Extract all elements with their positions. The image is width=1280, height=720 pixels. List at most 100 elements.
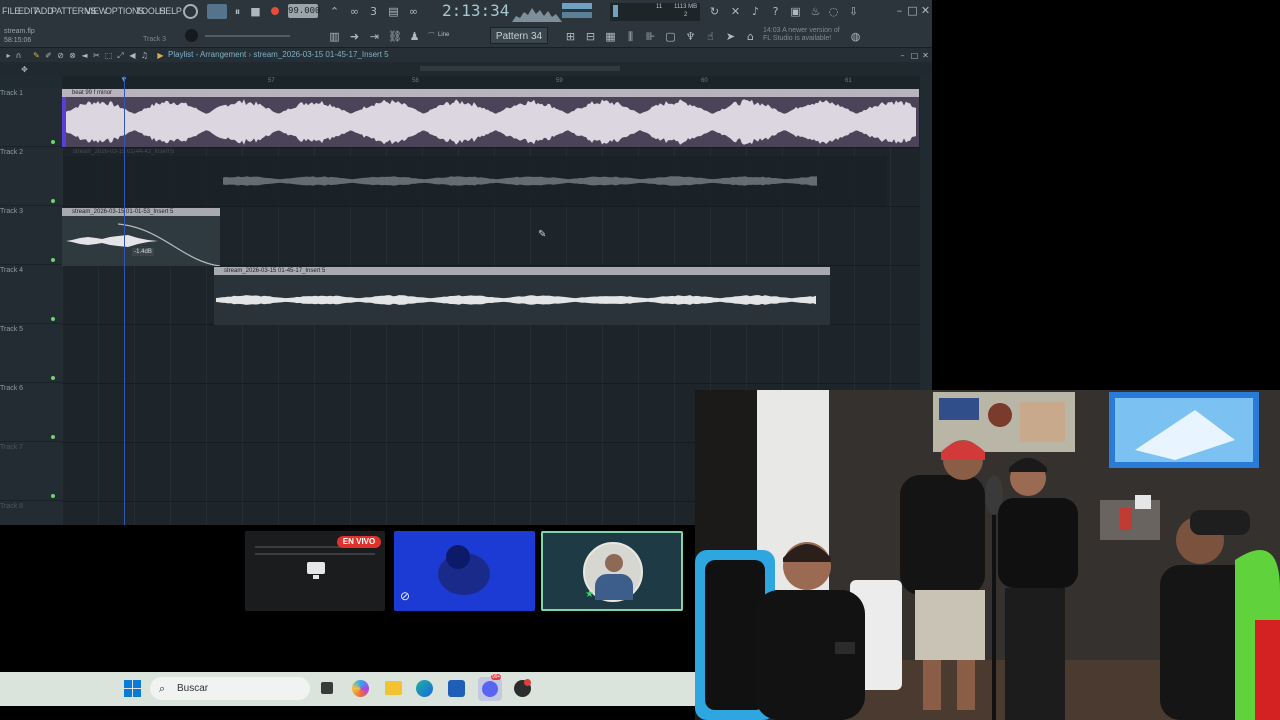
channel-rack-icon[interactable]: ⊟ bbox=[584, 30, 597, 43]
track-header[interactable]: Track 3 bbox=[0, 206, 62, 265]
playhead[interactable] bbox=[124, 76, 125, 525]
audio-clip-track2[interactable]: stream_2026-03-15 01-44-43_Insert 5 bbox=[63, 148, 887, 206]
track-header[interactable]: Track 1 bbox=[0, 88, 62, 147]
master-slider[interactable] bbox=[205, 35, 290, 37]
track-header[interactable]: Track 2 bbox=[0, 147, 62, 206]
send-icon[interactable]: ➤ bbox=[724, 30, 737, 43]
pattern-selector[interactable]: Pattern 34 bbox=[490, 27, 548, 44]
webcam-feed bbox=[695, 390, 1280, 720]
polyphony-value: 2 bbox=[684, 12, 688, 18]
clip-header[interactable]: stream_2026-03-15 01-45-17_Insert 5 bbox=[214, 267, 830, 275]
discord-icon bbox=[482, 681, 498, 697]
clip-header[interactable]: stream_2026-03-15 01-01-53_Insert 5 bbox=[62, 208, 220, 216]
stamp-icon[interactable]: ♟ bbox=[408, 30, 421, 43]
clip-start-handle[interactable] bbox=[62, 97, 66, 147]
pat-song-toggle[interactable] bbox=[207, 4, 227, 19]
track-header[interactable]: Track 6 bbox=[0, 383, 62, 442]
menu-help[interactable]: HELP bbox=[159, 6, 182, 16]
track-header[interactable]: Track 7 bbox=[0, 442, 62, 501]
tempo-display[interactable]: 99.000 bbox=[288, 4, 320, 18]
track-led[interactable] bbox=[51, 435, 55, 439]
track-name: Track 7 bbox=[0, 444, 24, 451]
loop-record-icon[interactable]: ∞ bbox=[348, 5, 361, 18]
preview-window-selected[interactable]: ★ bbox=[541, 531, 683, 611]
store-app-icon[interactable] bbox=[448, 680, 465, 697]
update-notice[interactable]: 14:03 A newer version of FL Studio is av… bbox=[763, 27, 848, 43]
minimize-icon[interactable]: – bbox=[893, 4, 906, 17]
task-view-icon[interactable] bbox=[321, 682, 333, 694]
store-icon[interactable]: ⌂ bbox=[744, 30, 757, 43]
edge-icon[interactable] bbox=[416, 680, 433, 697]
tools-icon[interactable]: ✕ bbox=[729, 5, 742, 18]
maximize-icon[interactable]: □ bbox=[906, 4, 919, 17]
audio-clip-track4[interactable]: stream_2026-03-15 01-45-17_Insert 5 bbox=[214, 267, 830, 325]
track-header[interactable]: Track 4 bbox=[0, 265, 62, 324]
file-explorer-icon[interactable] bbox=[385, 681, 402, 695]
snap-mode[interactable]: Line bbox=[438, 32, 449, 38]
arrow-right-icon[interactable]: ➜ bbox=[348, 30, 361, 43]
copilot-icon[interactable] bbox=[352, 680, 369, 697]
speaker-icon[interactable]: ♫ bbox=[138, 49, 151, 62]
track-led[interactable] bbox=[51, 376, 55, 380]
blend-notes-icon[interactable]: ▤ bbox=[387, 5, 400, 18]
clip-header[interactable]: beat 99 f minor bbox=[62, 89, 919, 97]
track-led[interactable] bbox=[51, 199, 55, 203]
windows-start-icon[interactable] bbox=[124, 680, 141, 697]
piano-roll-view-icon[interactable]: ▦ bbox=[604, 30, 617, 43]
live-badge: EN VIVO bbox=[337, 536, 381, 548]
link-icon[interactable]: ⛓ bbox=[388, 30, 402, 43]
chat-icon[interactable]: ◌ bbox=[827, 5, 840, 18]
track-header[interactable]: Track 8 bbox=[0, 501, 62, 525]
master-knob[interactable] bbox=[185, 29, 198, 42]
discord-taskbar-button[interactable]: 99+ bbox=[478, 674, 502, 701]
step-edit-icon[interactable]: 3 bbox=[367, 5, 380, 18]
playlist-icon[interactable]: ⊞ bbox=[564, 30, 577, 43]
piano-roll-icon[interactable]: ▥ bbox=[328, 30, 341, 43]
horizontal-scrollbar[interactable] bbox=[420, 66, 620, 71]
playlist-title: Playlist - Arrangement › stream_2026-03-… bbox=[168, 50, 389, 59]
browser-icon[interactable]: ⊪ bbox=[644, 30, 657, 43]
playlist-close-icon[interactable]: ✕ bbox=[919, 49, 932, 62]
taskbar-search[interactable]: ⌕ bbox=[150, 677, 310, 700]
multilink-icon[interactable]: ∞ bbox=[407, 5, 420, 18]
project-elapsed: 58:15:06 bbox=[4, 37, 32, 44]
time-ruler[interactable]: ▼ bbox=[62, 75, 920, 88]
camera-off-icon[interactable]: ⊘ bbox=[400, 589, 410, 603]
search-icon: ⌕ bbox=[159, 682, 166, 695]
track-led[interactable] bbox=[51, 317, 55, 321]
help-icon[interactable]: ? bbox=[769, 5, 782, 18]
plugin-picker-icon[interactable]: ♆ bbox=[684, 30, 697, 43]
move-icon[interactable]: ✥ bbox=[18, 63, 31, 76]
mixer-icon[interactable]: ⫼ bbox=[624, 30, 637, 43]
audio-clip-track3[interactable]: stream_2026-03-15 01-01-53_Insert 5 -1.4… bbox=[62, 208, 221, 267]
mic-icon[interactable]: ♪ bbox=[749, 5, 762, 18]
pause-icon[interactable]: ⏸ bbox=[231, 5, 244, 18]
metronome-icon[interactable]: ⌃ bbox=[328, 5, 341, 18]
track-header[interactable]: Track 5 bbox=[0, 324, 62, 383]
touch-icon[interactable]: ☝ bbox=[704, 30, 717, 43]
preview-window-blue[interactable]: ⊘ bbox=[394, 531, 535, 611]
track-led[interactable] bbox=[51, 494, 55, 498]
master-volume-bar[interactable] bbox=[562, 3, 592, 9]
audio-clip-beat[interactable]: beat 99 f minor bbox=[62, 89, 919, 147]
obs-icon[interactable] bbox=[514, 679, 531, 697]
step-sequencer-icon[interactable]: ⇥ bbox=[368, 30, 381, 43]
stop-icon[interactable]: ■ bbox=[249, 5, 262, 18]
clipboard-icon[interactable]: ▢ bbox=[664, 30, 677, 43]
track-led[interactable] bbox=[51, 140, 55, 144]
record-button[interactable] bbox=[271, 7, 279, 15]
playlist-arrow-icon[interactable]: ▶ bbox=[154, 49, 167, 62]
menu-view[interactable]: VIEW bbox=[85, 6, 107, 16]
plugin-icon[interactable]: ♨ bbox=[809, 5, 822, 18]
close-icon[interactable]: ✕ bbox=[919, 4, 932, 17]
playlist-scroll-bar[interactable]: ✥ bbox=[0, 62, 932, 76]
globe-icon[interactable]: ◍ bbox=[849, 30, 862, 43]
refresh-icon[interactable]: ↻ bbox=[708, 5, 721, 18]
clip-header[interactable]: stream_2026-03-15 01-44-43_Insert 5 bbox=[63, 148, 887, 156]
master-pitch-bar[interactable] bbox=[562, 12, 592, 18]
magnet-icon[interactable]: ∩ bbox=[12, 49, 25, 62]
waveform-shape bbox=[216, 295, 816, 305]
save-icon[interactable]: ▣ bbox=[789, 5, 802, 18]
download-icon[interactable]: ⇩ bbox=[847, 5, 860, 18]
track-led[interactable] bbox=[51, 258, 55, 262]
